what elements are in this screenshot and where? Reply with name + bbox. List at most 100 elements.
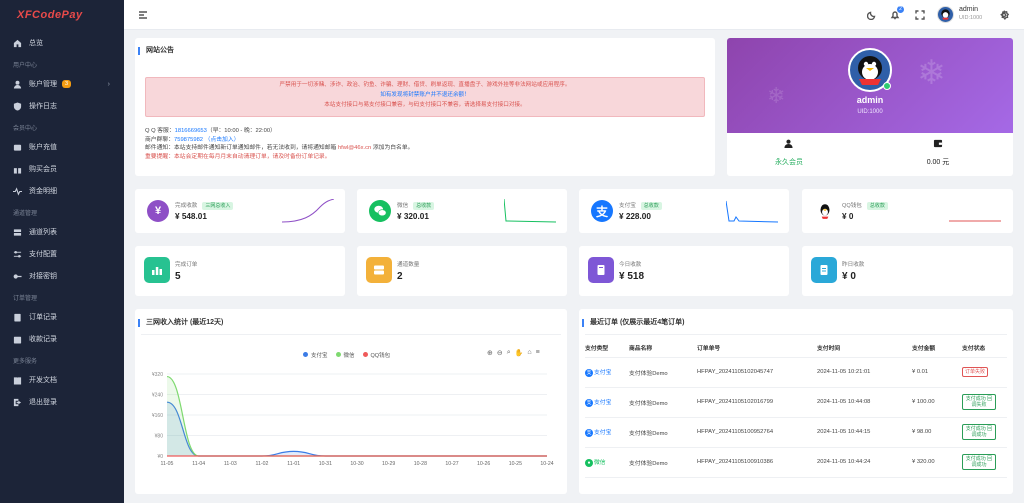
series-line [166, 375, 547, 457]
mail-address[interactable]: hfwl@46x.cn [338, 145, 371, 151]
sidebar-item-funds[interactable]: 资金明细 [0, 180, 124, 202]
stat-card-yesterday: 昨日收款 ¥ 0 [802, 246, 1013, 296]
pay-type-icon: 支 [585, 368, 593, 377]
x-tick-label: 10-28 [414, 461, 427, 467]
brand-logo[interactable]: XFCodePay [0, 0, 124, 30]
stat-label: 今日收款 [619, 262, 642, 268]
x-tick-label: 11-03 [224, 461, 237, 467]
column-header: 支付金额 [912, 339, 962, 358]
stat-value: ¥ 320.01 [397, 212, 429, 221]
nav-section-more: 更多服务 [13, 359, 38, 365]
table-row[interactable]: 支支付宝 支付体验Demo HFPAY_20241105100952764 2024-… [585, 417, 1007, 448]
status-cell: 订单失败 [962, 357, 1007, 388]
stat-card-total: ¥ 完成收款 三网总收入 ¥ 548.01 [135, 189, 345, 233]
x-tick-label: 10-26 [477, 461, 490, 467]
table-row[interactable]: ● 微信 支付体验Demo HFPAY_20241105100910386 2024-1… [585, 447, 1007, 478]
remind-label: 重要提醒： [145, 153, 174, 160]
sidebar-item-receipts[interactable]: 收款记录 [0, 328, 124, 350]
stat-tag: 总收款 [640, 202, 662, 210]
pan-hand-icon[interactable]: ✋ [515, 349, 524, 357]
x-tick-label: 10-24 [540, 461, 553, 467]
pay-type-label: 支付宝 [594, 430, 612, 437]
dark-mode-icon[interactable] [866, 10, 877, 21]
order-no-cell[interactable]: HFPAY_20241105100952764 [697, 417, 817, 448]
pay-type-cell: 支支付宝 [585, 387, 629, 418]
order-no-cell[interactable]: HFPAY_20241105100910386 [697, 447, 817, 478]
stat-value: ¥ 0 [842, 271, 856, 282]
sidebar-item-keys[interactable]: 对接密钥 [0, 265, 124, 287]
sidebar-item-recharge[interactable]: 账户充值 [0, 136, 124, 158]
column-header: 订单单号 [697, 339, 817, 358]
qq-link[interactable]: 1816669653 [175, 128, 207, 134]
stat-tag: 总收款 [866, 202, 888, 210]
legend-item[interactable]: 支付宝 [303, 351, 328, 359]
status-badge: 订单失败 [962, 367, 989, 377]
user-icon [784, 139, 793, 148]
order-no-cell[interactable]: HFPAY_20241105102016799 [697, 387, 817, 418]
user-icon [12, 79, 22, 89]
key-icon [12, 271, 22, 281]
join-group-link[interactable]: （点击加入） [205, 137, 240, 143]
sidebar-item-docs[interactable]: 开发文档 [0, 369, 124, 391]
stat-value: ¥ 518 [619, 271, 645, 282]
x-tick-label: 11-05 [161, 461, 174, 467]
sidebar-item-label: 支付配置 [29, 251, 57, 258]
book-icon [12, 375, 22, 385]
sidebar-item-orders[interactable]: 订单记录 [0, 306, 124, 328]
product-name-cell: 支付体验Demo [629, 387, 697, 418]
sidebar-item-account[interactable]: 账户管理 3 › [0, 73, 124, 95]
sparkline [282, 199, 334, 223]
legend-item[interactable]: QQ钱包 [362, 351, 390, 359]
reset-home-icon[interactable]: ⌂ [527, 349, 531, 357]
pay-type-icon: 支 [585, 398, 593, 407]
series-line [166, 401, 547, 457]
zoom-out-icon[interactable]: ⊖ [497, 349, 503, 357]
zoom-in-icon[interactable]: ⊕ [487, 349, 493, 357]
chart-card-title: 三网收入统计 (最近12天) [138, 319, 223, 327]
sidebar-item-home[interactable]: 总览 [0, 32, 124, 54]
fullscreen-icon[interactable] [915, 10, 925, 20]
stat-card-channels: 通道数量 2 [357, 246, 567, 296]
snowflake-icon: ❄ [917, 54, 946, 92]
nav-section-channel: 通道管理 [13, 211, 38, 217]
warning-alert: 严禁用于一切涉赌、涉诈、政治、钓鱼、诈骗、理财、借贷、刷单返现、直播盘子、游戏外… [145, 77, 705, 117]
amount-cell: ¥ 100.00 [912, 387, 962, 418]
table-row[interactable]: 支支付宝 支付体验Demo HFPAY_20241105102016799 2024-… [585, 387, 1007, 418]
x-tick-label: 10-27 [445, 461, 458, 467]
x-tick-label: 10-29 [382, 461, 395, 467]
logout-icon [12, 397, 22, 407]
sidebar-item-label: 收款记录 [29, 336, 57, 343]
sidebar-item-log[interactable]: 操作日志 [0, 95, 124, 117]
table-row[interactable]: 支支付宝 支付体验Demo HFPAY_20241105102045747 2024-… [585, 357, 1007, 388]
qq-hours: （早：10:00 - 晚：22:00） [206, 128, 276, 134]
amount-cell: ¥ 0.01 [912, 357, 962, 388]
avatar[interactable] [937, 6, 954, 23]
legend-item[interactable]: 微信 [335, 351, 355, 359]
chart-menu-icon[interactable]: ≡ [536, 349, 540, 357]
recent-orders-card: 最近订单 (仅展示最近4笔订单) 支付类型 商品名称 订单单号 支付时间 支付金额 支付状… [579, 309, 1013, 494]
sidebar-item-pay-config[interactable]: 支付配置 [0, 243, 124, 265]
series-area [167, 402, 547, 456]
sidebar-item-logout[interactable]: 退出登录 [0, 391, 124, 413]
vip-level[interactable]: 永久会员 [767, 157, 811, 167]
server-icon [12, 227, 22, 237]
chart-toolbar: ⊕ ⊖ ⌕ ✋ ⌂ ≡ [487, 349, 540, 357]
gift-icon [12, 164, 22, 174]
group-link[interactable]: 759875982 [174, 137, 203, 143]
sidebar-item-buy-vip[interactable]: 购买会员 [0, 158, 124, 180]
sidebar: XFCodePay 总览 用户中心 账户管理 3 › 操作日志 会员中心 账户充值 … [0, 0, 124, 503]
topbar-username[interactable]: admin [959, 6, 978, 13]
settings-gear-icon[interactable] [999, 10, 1010, 21]
stat-card-orders: 完成订单 5 [135, 246, 345, 296]
home-icon [12, 38, 22, 48]
sidebar-item-channel-list[interactable]: 通道列表 [0, 221, 124, 243]
status-badge: 支付成功 回调失败 [962, 394, 996, 410]
magnifier-icon[interactable]: ⌕ [507, 349, 511, 357]
order-no-cell[interactable]: HFPAY_20241105102045747 [697, 357, 817, 388]
stat-label: 通道数量 [397, 262, 420, 268]
column-header: 商品名称 [629, 339, 697, 358]
y-tick-label: ¥320 [152, 372, 163, 378]
menu-toggle-icon[interactable] [138, 10, 148, 20]
column-header: 支付类型 [585, 339, 629, 358]
pay-type-label: 微信 [594, 460, 606, 467]
